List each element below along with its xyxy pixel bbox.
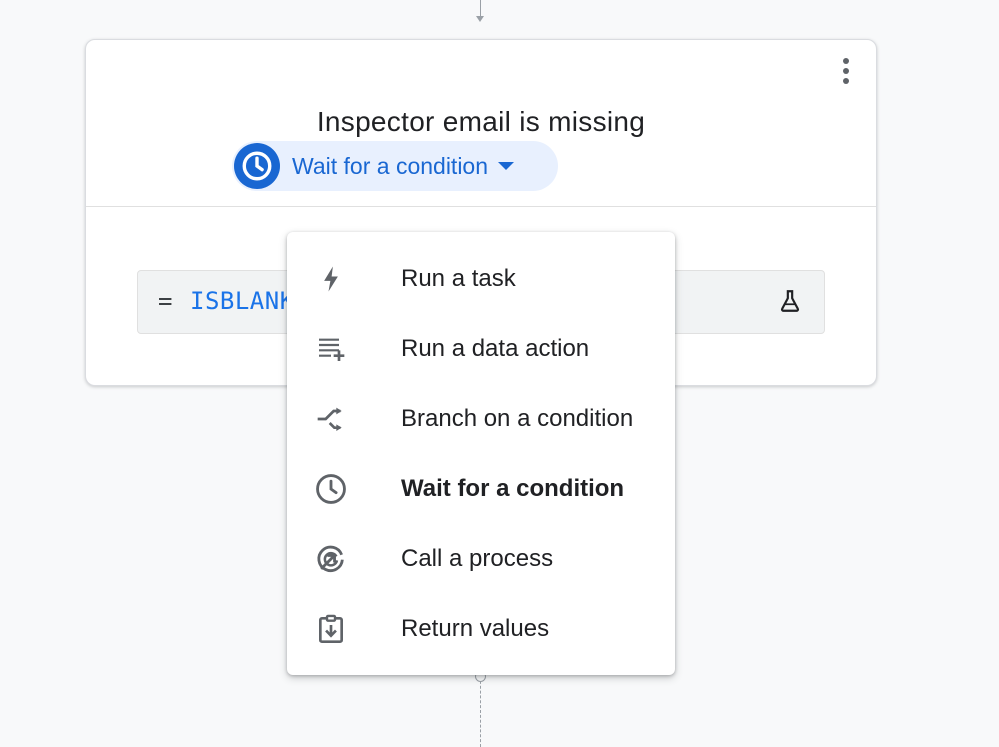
- menu-item-label: Branch on a condition: [401, 405, 634, 432]
- formula-expression[interactable]: ISBLANK: [190, 287, 295, 315]
- menu-item-label: Call a process: [401, 545, 554, 572]
- clipboard-download-icon: [313, 611, 349, 647]
- menu-item-wait-for-a-condition[interactable]: Wait for a condition: [287, 454, 675, 524]
- card-divider: [86, 206, 876, 207]
- bolt-icon: [313, 261, 349, 297]
- step-type-dropdown[interactable]: Wait for a condition: [232, 141, 558, 191]
- menu-item-call-a-process[interactable]: Call a process: [287, 524, 675, 594]
- step-type-menu: Run a task Run a data action Branch on a…: [287, 232, 675, 675]
- menu-item-branch-on-a-condition[interactable]: Branch on a condition: [287, 384, 675, 454]
- menu-item-label: Run a data action: [401, 335, 590, 362]
- flask-icon[interactable]: [776, 287, 804, 315]
- menu-item-label: Run a task: [401, 265, 516, 292]
- menu-item-run-a-data-action[interactable]: Run a data action: [287, 314, 675, 384]
- step-title: Inspector email is missing: [316, 106, 646, 137]
- menu-item-label: Wait for a condition: [401, 475, 625, 502]
- formula-operator: =: [158, 287, 173, 315]
- connector-line-bottom: [480, 676, 481, 747]
- connector-arrow-icon: [476, 16, 484, 22]
- menu-item-return-values[interactable]: Return values: [287, 594, 675, 664]
- call-process-icon: [313, 541, 349, 577]
- clock-icon: [234, 143, 280, 189]
- clock-icon: [313, 471, 349, 507]
- menu-item-run-a-task[interactable]: Run a task: [287, 244, 675, 314]
- more-options-icon[interactable]: [834, 54, 858, 88]
- step-type-label: Wait for a condition: [292, 152, 489, 179]
- chevron-down-icon: [498, 162, 515, 170]
- menu-item-label: Return values: [401, 615, 550, 642]
- playlist-add-icon: [313, 331, 349, 367]
- branch-icon: [313, 401, 349, 437]
